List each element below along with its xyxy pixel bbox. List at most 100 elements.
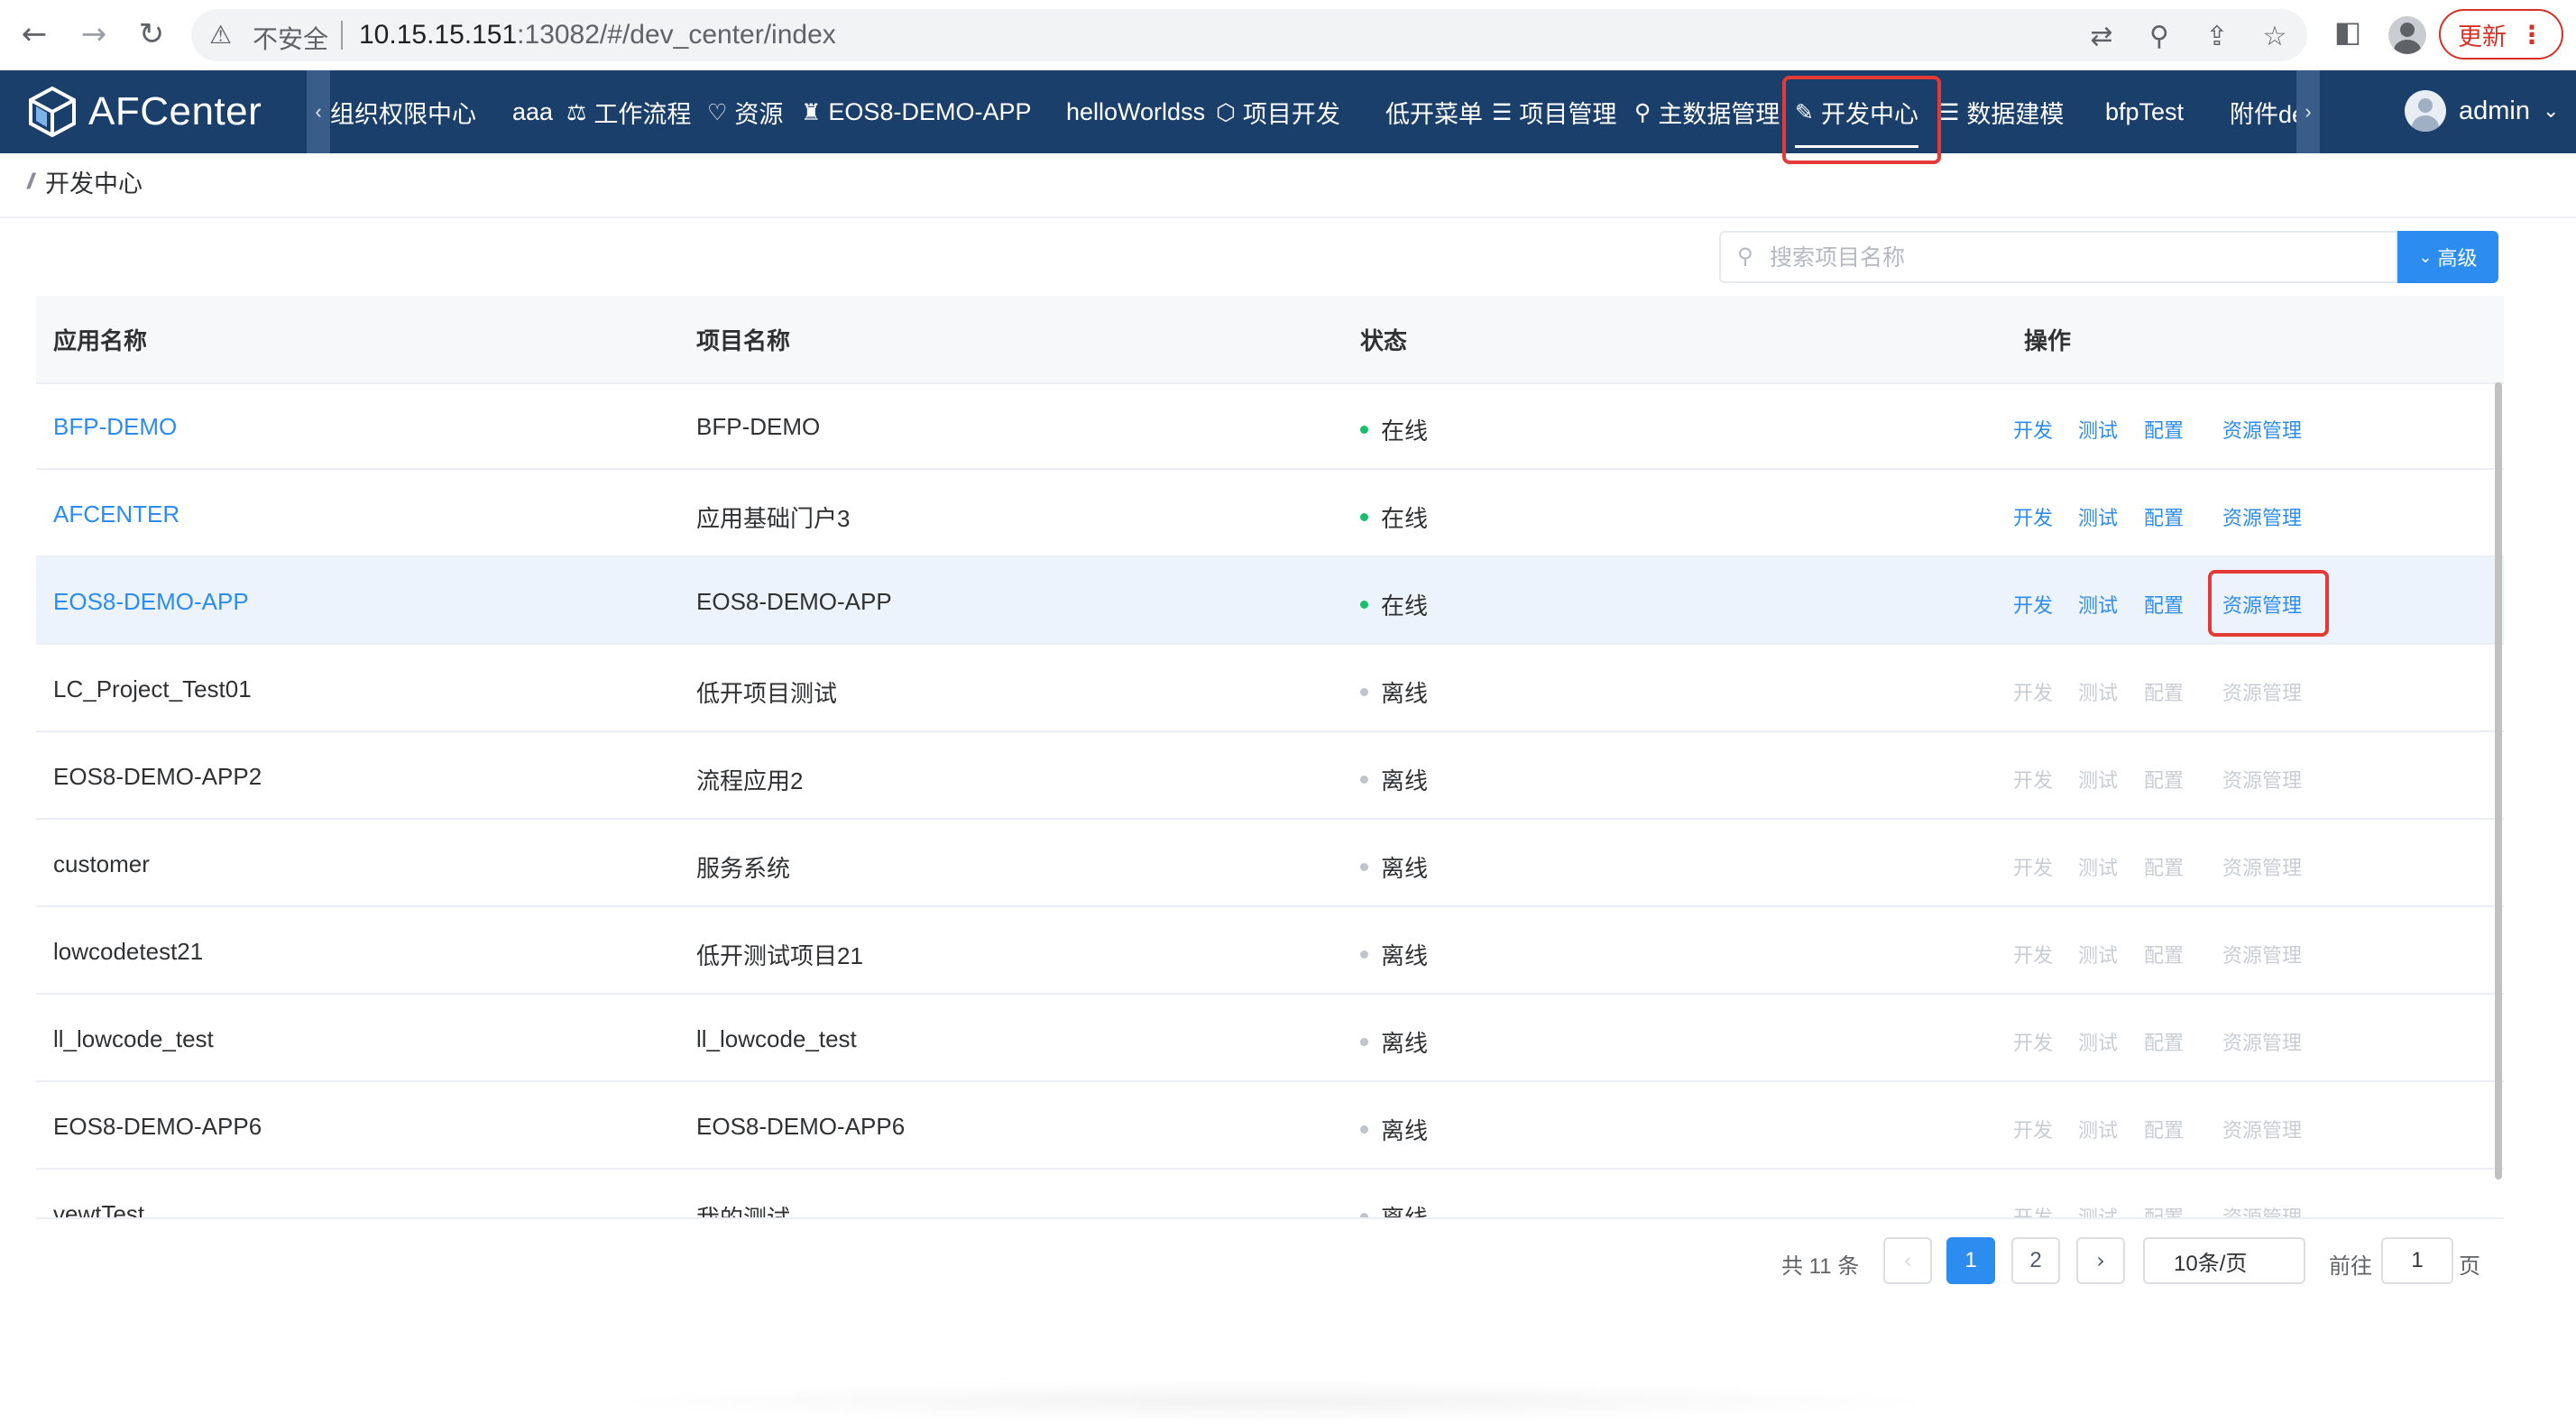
table-row[interactable]: EOS8-DEMO-APP6 EOS8-DEMO-APP6 离线 开发 测试 配置 资源管理	[36, 1082, 2504, 1170]
table-row[interactable]: ll_lowcode_test ll_lowcode_test 离线 开发 测试 配置 资源…	[36, 995, 2504, 1082]
table-row[interactable]: vewtTest 我的测试 离线 开发 测试 配置 资源管理	[36, 1170, 2504, 1219]
config-action[interactable]: 配置	[2144, 940, 2184, 969]
nav-item-helloworldss[interactable]: helloWorldss	[1066, 70, 1205, 153]
page-button-2[interactable]: 2	[2011, 1237, 2060, 1284]
translate-icon[interactable]: ⇄	[2085, 21, 2118, 52]
config-action[interactable]: 配置	[2144, 677, 2184, 706]
resource-management-action[interactable]: 资源管理	[2222, 1115, 2302, 1143]
zoom-icon[interactable]: ⚲	[2143, 21, 2176, 52]
test-action[interactable]: 测试	[2078, 765, 2118, 794]
nav-item-workflow[interactable]: ⚖ 工作流程	[566, 70, 691, 153]
resource-management-action[interactable]: 资源管理	[2222, 502, 2302, 531]
user-menu[interactable]: admin ⌄	[2405, 90, 2559, 132]
nav-item-resource[interactable]: ♡ 资源	[707, 70, 783, 153]
app-name-cell: customer	[53, 850, 150, 877]
nav-scroll-right-icon[interactable]: ›	[2296, 70, 2320, 153]
test-action[interactable]: 测试	[2078, 677, 2118, 706]
test-action[interactable]: 测试	[2078, 852, 2118, 881]
nav-item-master-data[interactable]: ⚲ 主数据管理	[1634, 70, 1780, 153]
address-bar[interactable]: ⚠ 不安全 10.15.15.151:13082/#/dev_center/in…	[191, 9, 2307, 61]
test-action[interactable]: 测试	[2078, 940, 2118, 969]
page-button-1[interactable]: 1	[1946, 1237, 1995, 1284]
app-name-cell[interactable]: EOS8-DEMO-APP	[53, 588, 249, 616]
status-dot-icon	[1360, 426, 1368, 434]
table-scrollbar[interactable]	[2495, 382, 2502, 1180]
config-action[interactable]: 配置	[2144, 590, 2184, 619]
chevron-left-icon: ‹	[1903, 1248, 1912, 1273]
back-arrow-icon[interactable]: ←	[13, 13, 56, 56]
security-label[interactable]: 不安全	[253, 20, 328, 56]
table-row[interactable]: lowcodetest21 低开测试项目21 离线 开发 测试 配置 资源管理	[36, 907, 2504, 995]
nav-item-attachment[interactable]: 附件de	[2230, 70, 2305, 153]
brand[interactable]: AFCenter	[29, 87, 262, 137]
nav-item-bfptest[interactable]: bfpTest	[2105, 70, 2184, 153]
app-name-cell[interactable]: AFCENTER	[53, 500, 179, 528]
resource-management-action[interactable]: 资源管理	[2222, 765, 2302, 794]
config-action[interactable]: 配置	[2144, 1115, 2184, 1143]
table-row[interactable]: LC_Project_Test01 低开项目测试 离线 开发 测试 配置 资源管理	[36, 645, 2504, 732]
app-name-cell[interactable]: BFP-DEMO	[53, 413, 177, 441]
table-row[interactable]: AFCENTER 应用基础门户3 在线 开发 测试 配置 资源管理	[36, 470, 2504, 557]
nav-scroll-left-icon[interactable]: ‹	[307, 70, 330, 153]
develop-action[interactable]: 开发	[2013, 502, 2053, 531]
nav-item-eos8-demo-app[interactable]: ♜ EOS8-DEMO-APP	[801, 70, 1031, 153]
resource-management-action[interactable]: 资源管理	[2222, 677, 2302, 706]
column-header-app-name: 应用名称	[53, 327, 148, 354]
prev-page-button[interactable]: ‹	[1883, 1237, 1932, 1284]
breadcrumb: /// 开发中心	[27, 164, 143, 199]
test-action[interactable]: 测试	[2078, 590, 2118, 619]
resource-management-action[interactable]: 资源管理	[2222, 940, 2302, 969]
develop-action[interactable]: 开发	[2013, 940, 2053, 969]
table-row[interactable]: customer 服务系统 离线 开发 测试 配置 资源管理	[36, 820, 2504, 907]
test-action[interactable]: 测试	[2078, 415, 2118, 444]
update-button[interactable]: 更新 ⋮	[2439, 9, 2563, 60]
profile-icon[interactable]	[2388, 16, 2426, 54]
nav-item-org-permission[interactable]: 组织权限中心	[330, 70, 476, 153]
goto-page-input[interactable]	[2381, 1237, 2453, 1284]
develop-action[interactable]: 开发	[2013, 852, 2053, 881]
bookmark-star-icon[interactable]: ☆	[2259, 21, 2291, 52]
forward-arrow-icon[interactable]: →	[72, 13, 115, 56]
status-text: 离线	[1381, 767, 1429, 794]
nav-label: helloWorldss	[1066, 97, 1206, 125]
nav-item-data-modeling[interactable]: ☰ 数据建模	[1939, 70, 2064, 153]
search-input[interactable]	[1768, 240, 2385, 276]
nav-label: 低开菜单	[1385, 100, 1483, 128]
url-text[interactable]: 10.15.15.151:13082/#/dev_center/index	[359, 20, 836, 50]
cube-icon: ⬡	[1216, 98, 1236, 125]
test-action[interactable]: 测试	[2078, 502, 2118, 531]
project-table: 应用名称 项目名称 状态 操作 BFP-DEMO BFP-DEMO 在线 开发 测试 配置…	[36, 296, 2504, 1219]
test-action[interactable]: 测试	[2078, 1027, 2118, 1056]
next-page-button[interactable]: ›	[2076, 1237, 2125, 1284]
table-row[interactable]: EOS8-DEMO-APP2 流程应用2 离线 开发 测试 配置 资源管理	[36, 732, 2504, 820]
develop-action[interactable]: 开发	[2013, 677, 2053, 706]
develop-action[interactable]: 开发	[2013, 415, 2053, 444]
config-action[interactable]: 配置	[2144, 415, 2184, 444]
nav-item-lowcode-menu[interactable]: 低开菜单	[1385, 70, 1483, 153]
resource-management-action[interactable]: 资源管理	[2222, 852, 2302, 881]
project-name-cell: 流程应用2	[696, 767, 804, 794]
table-row[interactable]: EOS8-DEMO-APP EOS8-DEMO-APP 在线 开发 测试 配置 资源管理	[36, 557, 2504, 645]
config-action[interactable]: 配置	[2144, 502, 2184, 531]
reload-icon[interactable]: ↻	[130, 13, 173, 56]
page-size-select[interactable]: 10条/页	[2143, 1237, 2305, 1284]
side-panel-icon[interactable]: ◧	[2327, 14, 2369, 56]
app-name-cell: LC_Project_Test01	[53, 675, 252, 702]
nav-item-project-dev[interactable]: ⬡ 项目开发	[1216, 70, 1340, 153]
nav-item-project-management[interactable]: ☰ 项目管理	[1492, 70, 1616, 153]
develop-action[interactable]: 开发	[2013, 1027, 2053, 1056]
share-icon[interactable]: ⇪	[2201, 21, 2233, 52]
advanced-search-button[interactable]: ⌄ 高级	[2397, 231, 2498, 283]
table-row[interactable]: BFP-DEMO BFP-DEMO 在线 开发 测试 配置 资源管理	[36, 382, 2504, 470]
test-action[interactable]: 测试	[2078, 1115, 2118, 1143]
config-action[interactable]: 配置	[2144, 1027, 2184, 1056]
config-action[interactable]: 配置	[2144, 765, 2184, 794]
chevron-down-icon: ⌄	[2543, 99, 2560, 123]
develop-action[interactable]: 开发	[2013, 765, 2053, 794]
resource-management-action[interactable]: 资源管理	[2222, 415, 2302, 444]
develop-action[interactable]: 开发	[2013, 590, 2053, 619]
resource-management-action[interactable]: 资源管理	[2222, 1027, 2302, 1056]
nav-item-aaa[interactable]: aaa	[512, 70, 553, 153]
develop-action[interactable]: 开发	[2013, 1115, 2053, 1143]
config-action[interactable]: 配置	[2144, 852, 2184, 881]
